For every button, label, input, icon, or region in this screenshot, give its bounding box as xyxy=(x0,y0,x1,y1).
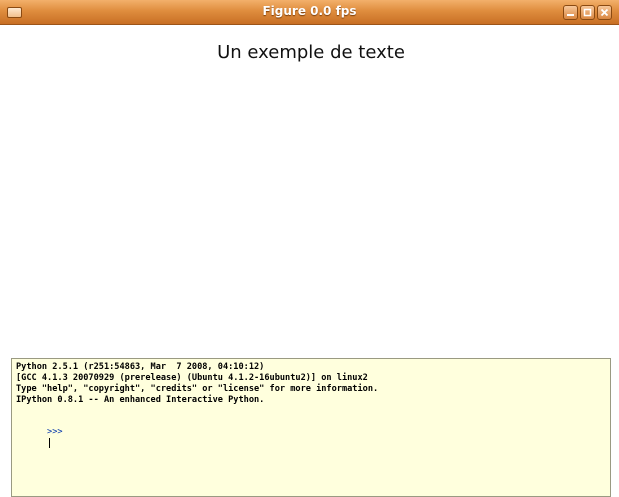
console-line: IPython 0.8.1 -- An enhanced Interactive… xyxy=(16,395,265,405)
figure-canvas[interactable]: Un exemple de texte xyxy=(10,26,612,357)
console-input-line[interactable]: >>> xyxy=(16,416,606,448)
title-bar[interactable]: Figure 0.0 fps xyxy=(0,0,619,25)
text-cursor xyxy=(49,438,51,448)
figure-text: Un exemple de texte xyxy=(217,42,405,63)
window-title: Figure 0.0 fps xyxy=(262,4,357,18)
console-line: Python 2.5.1 (r251:54863, Mar 7 2008, 04… xyxy=(16,362,265,372)
console-line: [GCC 4.1.3 20070929 (prerelease) (Ubuntu… xyxy=(16,373,368,383)
maximize-icon xyxy=(583,8,592,17)
maximize-button[interactable] xyxy=(580,5,595,20)
minimize-button[interactable] xyxy=(563,5,578,20)
figure-window: Figure 0.0 fps Un exemple de texte Pytho… xyxy=(0,0,619,497)
close-button[interactable] xyxy=(597,5,612,20)
console-prompt: >>> xyxy=(47,427,63,437)
close-icon xyxy=(600,8,609,17)
minimize-icon xyxy=(567,14,574,16)
console-line: Type "help", "copyright", "credits" or "… xyxy=(16,384,379,394)
python-console[interactable]: Python 2.5.1 (r251:54863, Mar 7 2008, 04… xyxy=(11,358,611,497)
